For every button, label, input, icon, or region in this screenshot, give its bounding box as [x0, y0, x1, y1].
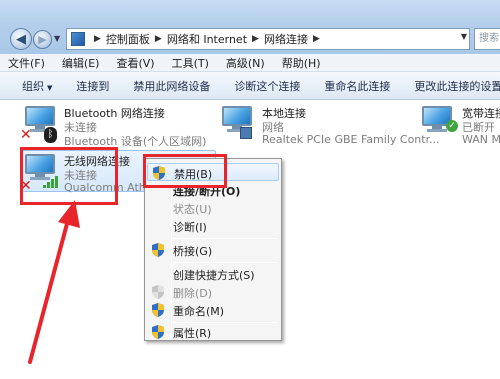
organize-button[interactable]: 组织 ▼ — [22, 78, 52, 94]
menu-edit[interactable]: 编辑(E) — [62, 55, 100, 71]
menu-item-label: 诊断(I) — [173, 221, 207, 234]
annotation-highlight-wireless — [20, 147, 118, 205]
menu-tools[interactable]: 工具(T) — [172, 55, 209, 71]
address-dropdown-icon[interactable]: ▼ — [461, 32, 467, 41]
shield-icon — [152, 243, 164, 257]
forward-button[interactable]: ▶ — [33, 30, 52, 49]
breadcrumb-item[interactable]: 网络和 Internet — [167, 31, 247, 47]
menu-item-rename[interactable]: 重命名(M) — [147, 301, 279, 319]
breadcrumb-item[interactable]: 控制面板 — [106, 31, 150, 47]
menu-item-diagnose[interactable]: 诊断(I) — [147, 217, 279, 235]
chevron-down-icon: ▼ — [47, 83, 53, 92]
menu-item-shortcut[interactable]: 创建快捷方式(S) — [147, 265, 279, 283]
menu-file[interactable]: 文件(F) — [8, 55, 45, 71]
menu-item-label: 创建快捷方式(S) — [173, 269, 255, 282]
connection-local[interactable]: 本地连接 网络 Realtek PCIe GBE Family Contr... — [216, 100, 440, 146]
connected-icon: ✓ — [446, 120, 458, 132]
menu-view[interactable]: 查看(V) — [116, 55, 154, 71]
chevron-right-icon[interactable]: ▶ — [155, 34, 162, 44]
connect-to-button[interactable]: 连接到 — [76, 78, 109, 94]
search-input[interactable]: 搜索 — [474, 28, 500, 50]
menu-help[interactable]: 帮助(H) — [282, 55, 321, 71]
menu-item-label: 重命名(M) — [173, 305, 225, 318]
disable-device-button[interactable]: 禁用此网络设备 — [133, 78, 210, 94]
shield-icon — [152, 303, 164, 317]
menu-item-bridge[interactable]: 桥接(G) — [147, 241, 279, 259]
forward-icon: ▶ — [38, 33, 47, 46]
menu-item-label: 删除(D) — [173, 287, 213, 300]
chevron-right-icon[interactable]: ▶ — [313, 34, 320, 44]
organize-label: 组织 — [22, 79, 44, 93]
disconnected-icon: ✕ — [20, 127, 32, 143]
menu-item-label: 桥接(G) — [173, 245, 213, 258]
recent-pages-dropdown[interactable]: ▼ — [54, 34, 60, 43]
address-bar-area: ◀ ▶ ▼ ▶ 控制面板 ▶ 网络和 Internet ▶ 网络连接 ▶ ▼ 搜… — [0, 0, 500, 54]
address-bar[interactable]: ▶ 控制面板 ▶ 网络和 Internet ▶ 网络连接 ▶ ▼ — [66, 28, 470, 50]
shield-icon — [152, 285, 164, 299]
command-bar: 组织 ▼ 连接到 禁用此网络设备 诊断这个连接 重命名此连接 更改此连接的设置 — [0, 72, 500, 100]
menu-item-label: 状态(U) — [173, 203, 212, 216]
bluetooth-icon: ᛒ — [44, 127, 57, 143]
menu-item-delete[interactable]: 删除(D) — [147, 283, 279, 301]
rename-button[interactable]: 重命名此连接 — [324, 78, 390, 94]
menu-bar: 文件(F) 编辑(E) 查看(V) 工具(T) 高级(N) 帮助(H) — [0, 54, 500, 72]
connection-device: WAN Mi — [462, 133, 500, 146]
breadcrumb-item[interactable]: 网络连接 — [264, 31, 308, 47]
menu-advanced[interactable]: 高级(N) — [226, 55, 265, 71]
chevron-right-icon[interactable]: ▶ — [94, 34, 101, 44]
connection-broadband[interactable]: ✓ 宽带连接 已断开 WAN Mi — [420, 100, 500, 146]
control-panel-icon — [71, 32, 85, 46]
ethernet-icon — [240, 127, 252, 139]
menu-item-status[interactable]: 状态(U) — [147, 199, 279, 217]
menu-separator — [173, 238, 277, 239]
connection-device: Realtek PCIe GBE Family Contr... — [262, 133, 440, 146]
menu-item-properties[interactable]: 属性(R) — [147, 323, 279, 341]
shield-icon — [152, 325, 164, 339]
back-icon: ◀ — [16, 31, 26, 47]
back-button[interactable]: ◀ — [10, 28, 32, 50]
change-settings-button[interactable]: 更改此连接的设置 — [414, 78, 500, 94]
menu-item-label: 属性(R) — [173, 327, 212, 340]
chevron-right-icon[interactable]: ▶ — [252, 34, 259, 44]
annotation-highlight-disable — [143, 154, 227, 188]
menu-separator — [173, 262, 277, 263]
connection-bluetooth[interactable]: ✕ ᛒ Bluetooth 网络连接 未连接 Bluetooth 设备(个人区域… — [0, 100, 210, 148]
diagnose-button[interactable]: 诊断这个连接 — [234, 78, 300, 94]
